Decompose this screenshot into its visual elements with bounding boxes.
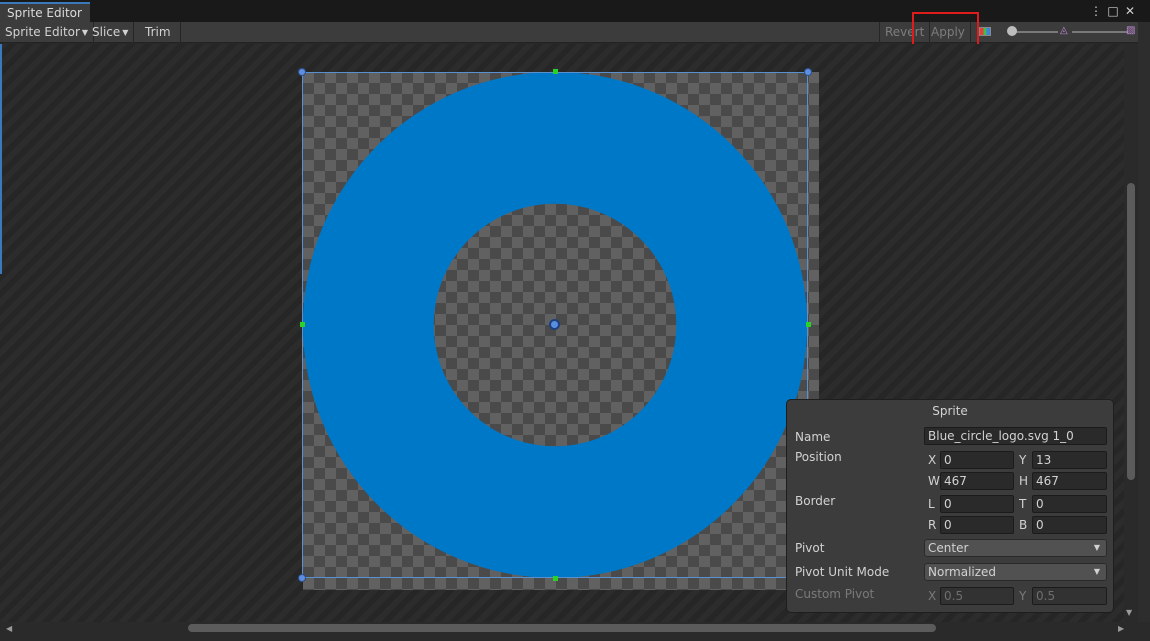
y-label: Y [1019,453,1027,467]
panel-title: Sprite [932,404,968,418]
edge-handle-top[interactable] [553,69,558,74]
mip-large-icon: ▧ [1126,25,1136,36]
pivot-unit-mode-label: Pivot Unit Mode [795,565,890,579]
border-label: Border [795,494,836,508]
name-label: Name [795,430,831,444]
edge-handle-right[interactable] [806,322,811,327]
horizontal-scrollbar-thumb[interactable] [188,624,936,632]
zoom-slider-track[interactable] [1012,31,1058,33]
scroll-down-arrow-icon[interactable]: ▼ [1126,608,1132,617]
border-t-field[interactable]: 0 [1032,495,1107,513]
zoom-slider-knob[interactable] [1007,26,1017,36]
l-label: L [928,497,935,511]
maximize-icon[interactable]: □ [1105,3,1121,19]
y-field[interactable]: 13 [1032,451,1107,469]
pivot-value: Center [928,541,969,555]
corner-handle-top-right[interactable] [804,68,812,76]
t-label: T [1019,497,1027,511]
h-label: H [1019,474,1029,488]
chevron-down-icon: ▼ [122,28,129,37]
pivot-unit-mode-value: Normalized [928,565,997,579]
mip-slider-track[interactable] [1072,31,1128,33]
x-label: X [928,453,937,467]
corner-handle-bottom-left[interactable] [298,574,306,582]
pivot-unit-mode-dropdown[interactable]: Normalized ▼ [924,563,1107,581]
b-label: B [1019,518,1028,532]
close-icon[interactable]: ✕ [1122,3,1138,19]
pivot-handle[interactable] [549,319,560,330]
more-menu-icon[interactable]: ⋮ [1088,3,1104,19]
scroll-right-arrow-icon[interactable]: ▶ [1118,624,1124,633]
left-edge-accent [0,44,2,274]
edge-handle-left[interactable] [300,322,305,327]
sprite-inspector-panel: Sprite Name Blue_circle_logo.svg 1_0 Pos… [786,399,1114,613]
trim-button[interactable]: Trim [136,22,181,43]
sprite-editor-mode-dropdown[interactable]: Sprite Editor ▼ [0,22,95,43]
border-b-field[interactable]: 0 [1032,516,1107,534]
r-label: R [928,518,937,532]
scroll-left-arrow-icon[interactable]: ◀ [6,624,12,633]
name-field[interactable]: Blue_circle_logo.svg 1_0 [924,427,1107,445]
h-field[interactable]: 467 [1032,472,1107,490]
custom-pivot-label: Custom Pivot [795,587,875,601]
border-r-field[interactable]: 0 [940,516,1014,534]
sprite-editor-mode-label: Sprite Editor [5,25,80,39]
color-channel-icon[interactable] [979,27,991,36]
chevron-down-icon: ▼ [1093,567,1100,576]
chevron-down-icon: ▼ [1093,543,1100,552]
border-l-field[interactable]: 0 [940,495,1014,513]
w-label: W [928,474,940,488]
custom-pivot-y-field: 0.5 [1032,587,1107,605]
vertical-scrollbar-thumb[interactable] [1127,183,1135,480]
slice-dropdown[interactable]: Slice ▼ [87,22,135,43]
x-field[interactable]: 0 [940,451,1014,469]
tab-sprite-editor[interactable]: Sprite Editor [0,2,90,22]
w-field[interactable]: 467 [940,472,1014,490]
position-label: Position [795,450,842,464]
mip-small-icon: ◬ [1060,25,1068,36]
corner-handle-top-left[interactable] [298,68,306,76]
slice-label: Slice [92,25,121,39]
custom-pivot-x-label: X [928,589,937,603]
custom-pivot-x-field: 0.5 [940,587,1014,605]
right-side-panel-edge [1138,22,1150,622]
custom-pivot-y-label: Y [1019,589,1027,603]
pivot-label: Pivot [795,541,825,555]
edge-handle-bottom[interactable] [553,576,558,581]
pivot-dropdown[interactable]: Center ▼ [924,539,1107,557]
